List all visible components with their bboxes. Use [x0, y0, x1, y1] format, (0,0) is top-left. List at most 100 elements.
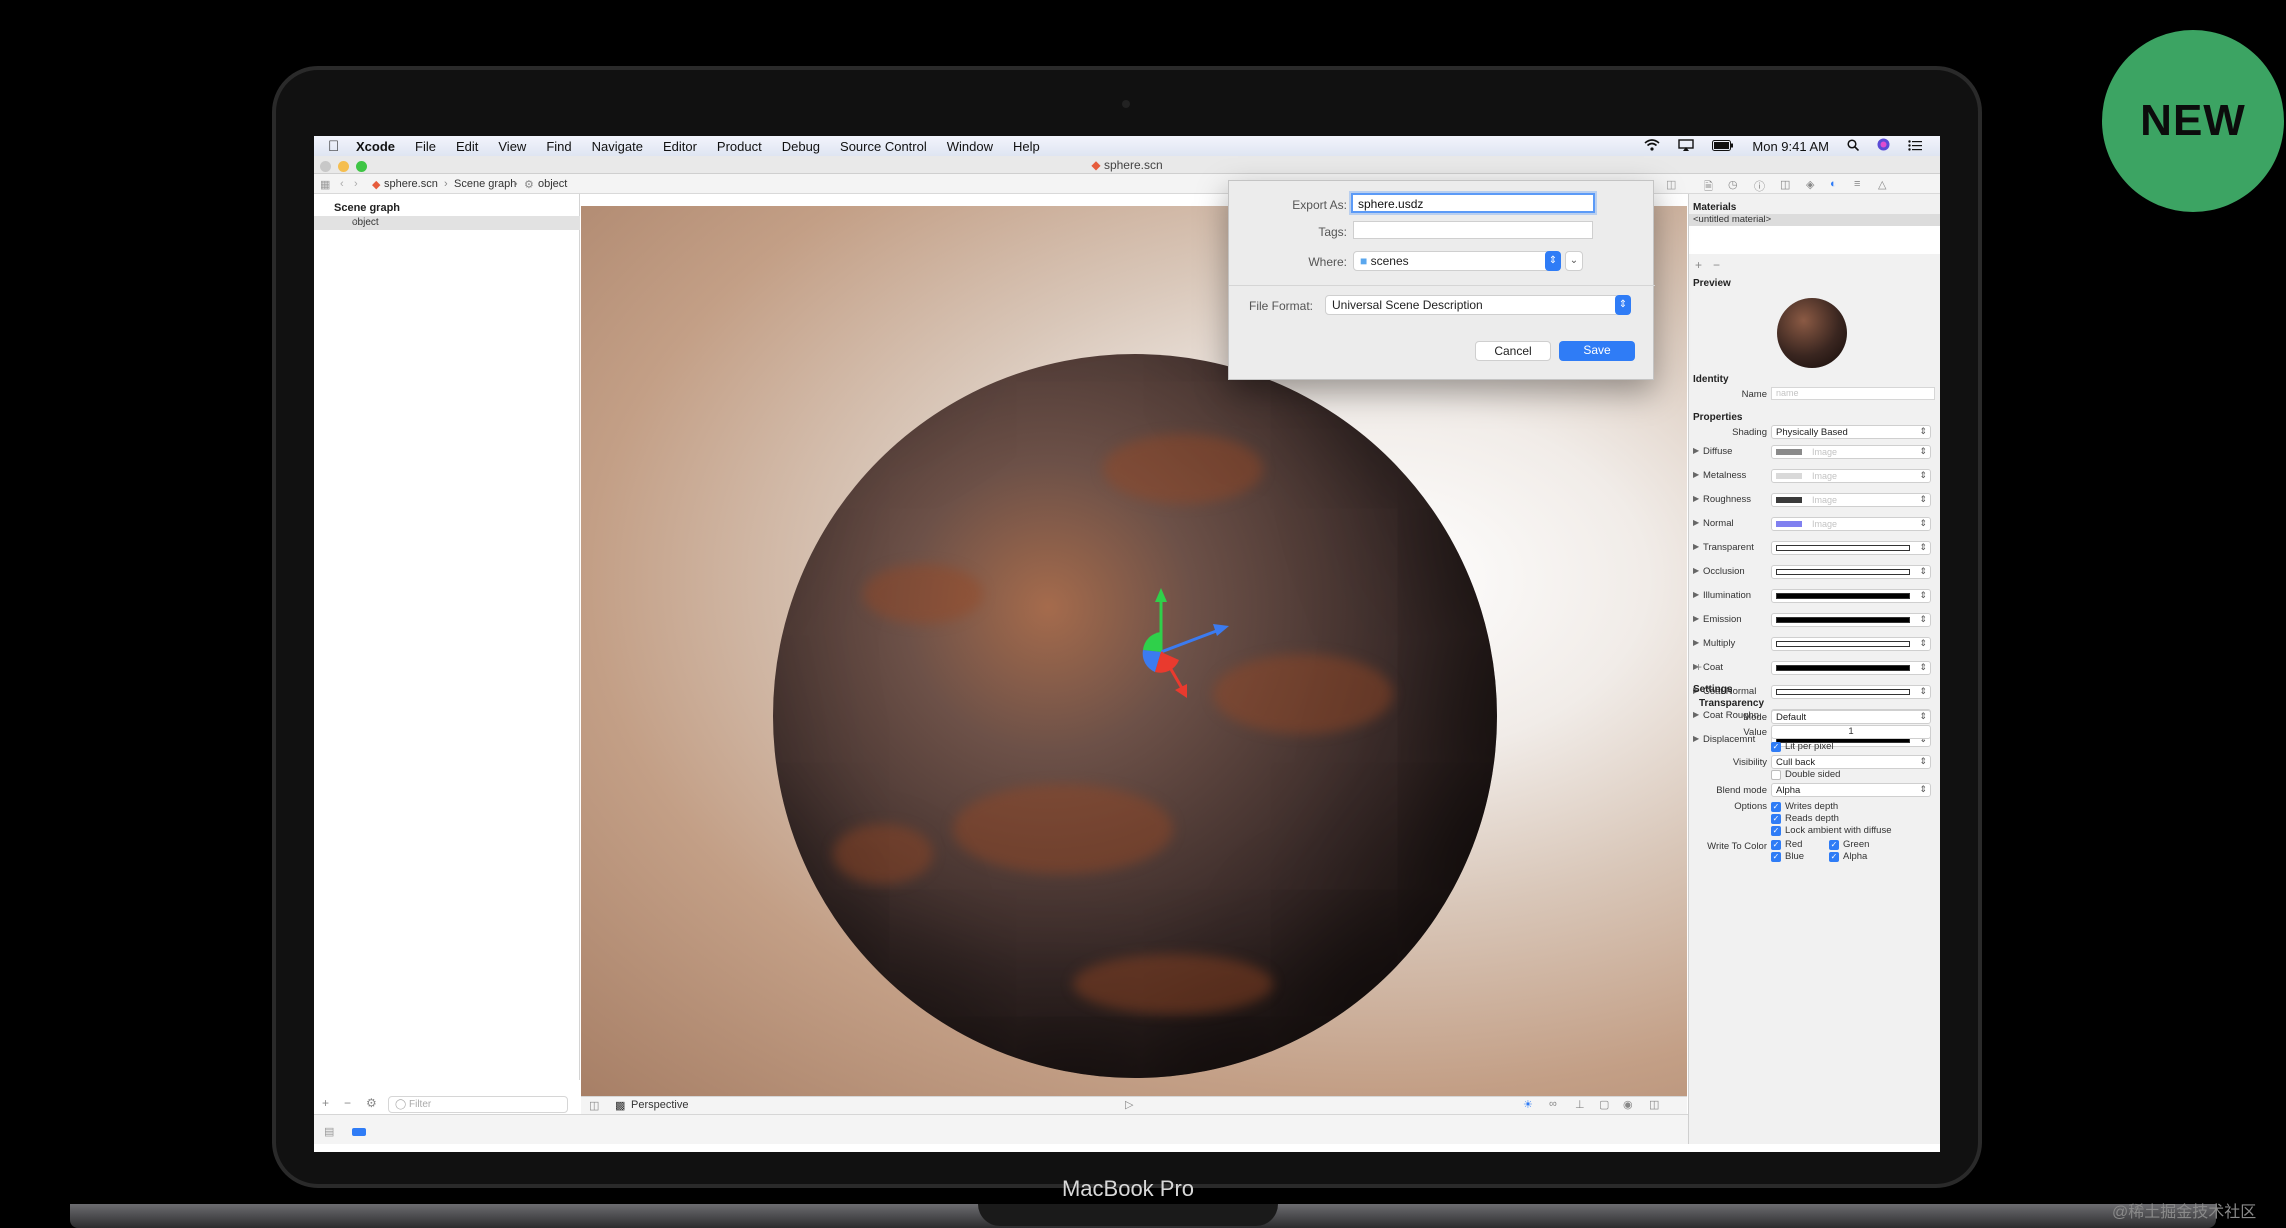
sidebar-toggle-icon[interactable]: ◫ — [589, 1099, 599, 1112]
scene-graph-row[interactable]: object ○ — [314, 216, 580, 230]
transparency-value-stepper[interactable]: 1 — [1771, 725, 1931, 739]
breadcrumb-file[interactable]: sphere.scn — [384, 178, 438, 190]
property-row-transparent[interactable]: ▶ Transparent — [1689, 540, 1940, 556]
property-value-well[interactable] — [1771, 565, 1931, 579]
notification-center-icon[interactable] — [1908, 139, 1922, 154]
visibility-select[interactable]: Cull back — [1771, 755, 1931, 769]
menu-debug[interactable]: Debug — [782, 139, 820, 154]
property-row-emission[interactable]: ▶ Emission — [1689, 612, 1940, 628]
remove-material-icon[interactable]: − — [1713, 258, 1720, 272]
node-inspector-icon[interactable]: ◫ — [1780, 178, 1790, 191]
menu-view[interactable]: View — [498, 139, 526, 154]
assistant-editor-icon[interactable]: ◫ — [1666, 178, 1676, 191]
zoom-button[interactable] — [356, 161, 367, 172]
breadcrumb-node[interactable]: object — [538, 178, 567, 190]
camera-selector[interactable]: Perspective — [631, 1099, 688, 1111]
reads-depth-checkbox[interactable]: ✓ — [1771, 814, 1781, 824]
property-value-well[interactable]: Image — [1771, 493, 1931, 507]
transform-gizmo[interactable] — [1101, 586, 1241, 726]
remove-node-icon[interactable]: − — [344, 1096, 351, 1110]
disclosure-triangle-icon[interactable]: ▶ — [1693, 614, 1699, 623]
siri-icon[interactable] — [1877, 138, 1890, 154]
property-value-well[interactable]: Image — [1771, 445, 1931, 459]
console-toggle-icon[interactable]: ▤ — [324, 1125, 334, 1138]
menu-product[interactable]: Product — [717, 139, 762, 154]
battery-icon[interactable] — [1712, 139, 1734, 154]
breadcrumb-graph[interactable]: Scene graph — [454, 178, 516, 190]
add-material-icon[interactable]: + — [1695, 258, 1702, 272]
lighting-icon[interactable]: ☀ — [1523, 1098, 1533, 1111]
expand-dialog-chevron-icon[interactable]: ⌄ — [1565, 251, 1583, 271]
disclosure-triangle-icon[interactable]: ▶ — [1693, 566, 1699, 575]
disclosure-triangle-icon[interactable]: ▶ — [1693, 494, 1699, 503]
menu-navigate[interactable]: Navigate — [592, 139, 643, 154]
navigator-filter-input[interactable]: ◯ Filter — [388, 1096, 568, 1113]
forward-arrow-icon[interactable]: › — [354, 178, 358, 190]
property-value-well[interactable] — [1771, 613, 1931, 627]
menu-find[interactable]: Find — [546, 139, 571, 154]
property-value-well[interactable] — [1771, 685, 1931, 699]
menu-help[interactable]: Help — [1013, 139, 1040, 154]
disclosure-triangle-icon[interactable]: ▶ — [1693, 518, 1699, 527]
visibility-toggle-icon[interactable]: ○ — [352, 216, 572, 227]
menu-file[interactable]: File — [415, 139, 436, 154]
eye-icon[interactable]: ◉ — [1623, 1098, 1633, 1111]
frame-icon[interactable]: ▢ — [1599, 1098, 1609, 1111]
material-name-input[interactable]: name — [1771, 387, 1935, 400]
axes-icon[interactable]: ⊥ — [1575, 1098, 1585, 1111]
scene-inspector-icon[interactable]: △ — [1878, 178, 1886, 191]
property-value-well[interactable] — [1771, 589, 1931, 603]
double-sided-checkbox[interactable] — [1771, 770, 1781, 780]
property-row-occlusion[interactable]: ▶ Occlusion — [1689, 564, 1940, 580]
property-value-well[interactable] — [1771, 661, 1931, 675]
spotlight-icon[interactable] — [1847, 138, 1860, 154]
property-value-well[interactable] — [1771, 637, 1931, 651]
settings-gear-icon[interactable]: ⚙ — [366, 1096, 377, 1110]
disclosure-triangle-icon[interactable]: ▶ — [1693, 590, 1699, 599]
breakpoints-toggle[interactable] — [352, 1128, 366, 1136]
link-icon[interactable]: ∞ — [1549, 1098, 1557, 1110]
menu-app-xcode[interactable]: Xcode — [356, 139, 395, 154]
file-format-arrows-icon[interactable]: ⇕ — [1615, 295, 1631, 315]
transparency-mode-select[interactable]: Default — [1771, 710, 1931, 724]
related-items-icon[interactable]: ▦ — [320, 178, 330, 191]
disclosure-triangle-icon[interactable]: ▶ — [1693, 446, 1699, 455]
menu-source-control[interactable]: Source Control — [840, 139, 927, 154]
property-row-multiply[interactable]: ▶ Multiply — [1689, 636, 1940, 652]
play-icon[interactable]: ▷ — [1125, 1098, 1133, 1111]
disclosure-triangle-icon[interactable]: ▶ — [1693, 542, 1699, 551]
panel-icon[interactable]: ◫ — [1649, 1098, 1659, 1111]
material-list-item[interactable]: <untitled material> — [1689, 214, 1940, 226]
history-inspector-icon[interactable]: ◷ — [1728, 178, 1738, 191]
back-arrow-icon[interactable]: ‹ — [340, 178, 344, 190]
property-value-well[interactable] — [1771, 541, 1931, 555]
property-value-well[interactable]: Image — [1771, 469, 1931, 483]
shading-select[interactable]: Physically Based — [1771, 425, 1931, 439]
cancel-button[interactable]: Cancel — [1475, 341, 1551, 361]
blend-mode-select[interactable]: Alpha — [1771, 783, 1931, 797]
property-row-diffuse[interactable]: ▶ Diffuse Image — [1689, 444, 1940, 460]
alpha-channel-checkbox[interactable]: ✓ — [1829, 852, 1839, 862]
where-popup[interactable]: ■ scenes — [1353, 251, 1553, 271]
disclosure-triangle-icon[interactable]: ▶ — [1693, 638, 1699, 647]
material-inspector-icon[interactable]: ◐ — [1830, 178, 1837, 190]
disclosure-triangle-icon[interactable]: ▶ — [1693, 470, 1699, 479]
lit-per-pixel-checkbox[interactable]: ✓ — [1771, 742, 1781, 752]
property-value-well[interactable]: Image — [1771, 517, 1931, 531]
where-popup-arrows-icon[interactable]: ⇕ — [1545, 251, 1561, 271]
menu-edit[interactable]: Edit — [456, 139, 478, 154]
close-button[interactable] — [320, 161, 331, 172]
property-row-coat[interactable]: ▶ Coat — [1689, 660, 1940, 676]
clock[interactable]: Mon 9:41 AM — [1752, 139, 1829, 154]
property-row-roughness[interactable]: ▶ Roughness Image — [1689, 492, 1940, 508]
save-button[interactable]: Save — [1559, 341, 1635, 361]
red-channel-checkbox[interactable]: ✓ — [1771, 840, 1781, 850]
wifi-icon[interactable] — [1644, 138, 1660, 154]
add-node-icon[interactable]: + — [322, 1096, 329, 1110]
export-as-input[interactable]: sphere.usdz — [1351, 193, 1595, 213]
green-channel-checkbox[interactable]: ✓ — [1829, 840, 1839, 850]
apple-menu-icon[interactable]:  — [328, 138, 356, 155]
menu-editor[interactable]: Editor — [663, 139, 697, 154]
physics-inspector-icon[interactable]: ≡ — [1854, 178, 1860, 190]
blue-channel-checkbox[interactable]: ✓ — [1771, 852, 1781, 862]
